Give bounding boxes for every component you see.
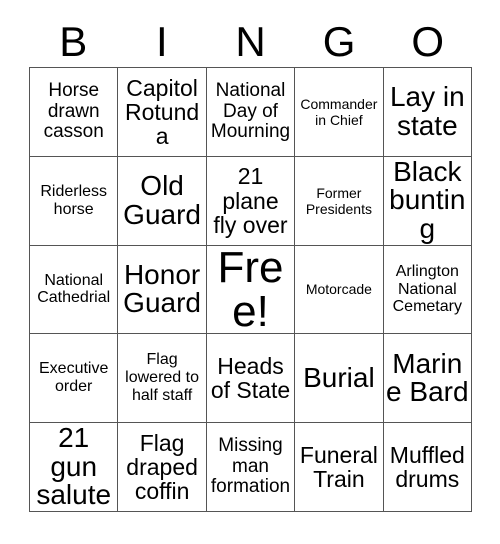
- bingo-cell-i5[interactable]: Flag draped coffin: [118, 423, 207, 512]
- bingo-cell-label: Black bunting: [389, 156, 466, 244]
- bingo-card: B I N G O Horse drawn casson Capitol Rot…: [0, 0, 500, 544]
- bingo-cell-label: Heads of State: [210, 353, 291, 404]
- bingo-cell-o5[interactable]: Muffled drums: [383, 423, 472, 512]
- bingo-cell-b1[interactable]: Horse drawn casson: [30, 68, 119, 157]
- header-letter-i: I: [156, 17, 168, 65]
- bingo-grid: Horse drawn casson Capitol Rotunda Natio…: [29, 67, 472, 512]
- bingo-cell-label: Missing man formation: [210, 435, 291, 498]
- bingo-cell-g2[interactable]: Former Presidents: [295, 156, 384, 246]
- bingo-cell-label: Motorcade: [305, 281, 372, 298]
- bingo-cell-b4[interactable]: Executive order: [30, 334, 119, 424]
- header-letter-g: G: [322, 17, 356, 65]
- bingo-cell-label: Muffled drums: [389, 441, 465, 493]
- bingo-cell-label: National Cathedrial: [37, 271, 111, 307]
- bingo-cell-label: Former Presidents: [305, 184, 372, 217]
- bingo-cell-label: National Day of Mourning: [210, 80, 291, 143]
- bingo-cell-label: Lay in state: [389, 81, 465, 141]
- header-letter-o: O: [411, 17, 444, 65]
- header-letter-n: N: [235, 17, 266, 65]
- bingo-cell-g4[interactable]: Burial: [295, 334, 384, 424]
- bingo-cell-label: Executive order: [39, 360, 109, 396]
- bingo-cell-label: Flag lowered to half staff: [125, 351, 199, 405]
- bingo-cell-i4[interactable]: Flag lowered to half staff: [118, 334, 207, 424]
- bingo-cell-label: Commander in Chief: [300, 95, 378, 128]
- bingo-cell-label: Honor Guard: [123, 258, 201, 319]
- bingo-cell-label: Riderless horse: [40, 182, 108, 218]
- bingo-cell-g3[interactable]: Motorcade: [295, 245, 384, 335]
- bingo-cell-label: 21 gun salute: [36, 423, 112, 511]
- bingo-cell-g1[interactable]: Commander in Chief: [295, 68, 384, 157]
- bingo-cell-o1[interactable]: Lay in state: [383, 68, 472, 157]
- bingo-cell-label: Arlington National Cemetary: [392, 262, 462, 316]
- bingo-header: B I N G O: [29, 16, 472, 67]
- bingo-cell-n2[interactable]: 21 plane fly over: [206, 156, 296, 246]
- bingo-cell-label: Funeral Train: [299, 441, 378, 493]
- bingo-cell-o2[interactable]: Black bunting: [383, 156, 472, 246]
- bingo-cell-b3[interactable]: National Cathedrial: [30, 245, 119, 335]
- free-space-label: Free!: [217, 245, 284, 335]
- bingo-cell-label: Marine Bard: [386, 347, 469, 408]
- bingo-cell-n4[interactable]: Heads of State: [206, 334, 296, 424]
- bingo-cell-n1[interactable]: National Day of Mourning: [206, 68, 296, 157]
- bingo-cell-b5[interactable]: 21 gun salute: [30, 423, 119, 512]
- bingo-cell-i3[interactable]: Honor Guard: [118, 245, 207, 335]
- bingo-cell-label: Capitol Rotunda: [125, 74, 200, 149]
- bingo-cell-g5[interactable]: Funeral Train: [295, 423, 384, 512]
- bingo-cell-i2[interactable]: Old Guard: [118, 156, 207, 246]
- bingo-cell-o3[interactable]: Arlington National Cemetary: [383, 245, 472, 335]
- bingo-cell-label: Flag draped coffin: [126, 429, 198, 505]
- bingo-cell-label: 21 plane fly over: [213, 163, 288, 238]
- header-letter-b: B: [59, 17, 88, 65]
- bingo-cell-label: Old Guard: [123, 170, 201, 230]
- bingo-cell-b2[interactable]: Riderless horse: [30, 156, 119, 246]
- bingo-cell-o4[interactable]: Marine Bard: [383, 334, 472, 424]
- bingo-cell-i1[interactable]: Capitol Rotunda: [118, 68, 207, 157]
- bingo-cell-n5[interactable]: Missing man formation: [206, 423, 296, 512]
- bingo-cell-label: Burial: [303, 362, 375, 394]
- bingo-cell-label: Horse drawn casson: [43, 80, 104, 143]
- bingo-cell-free-space[interactable]: Free!: [206, 245, 296, 335]
